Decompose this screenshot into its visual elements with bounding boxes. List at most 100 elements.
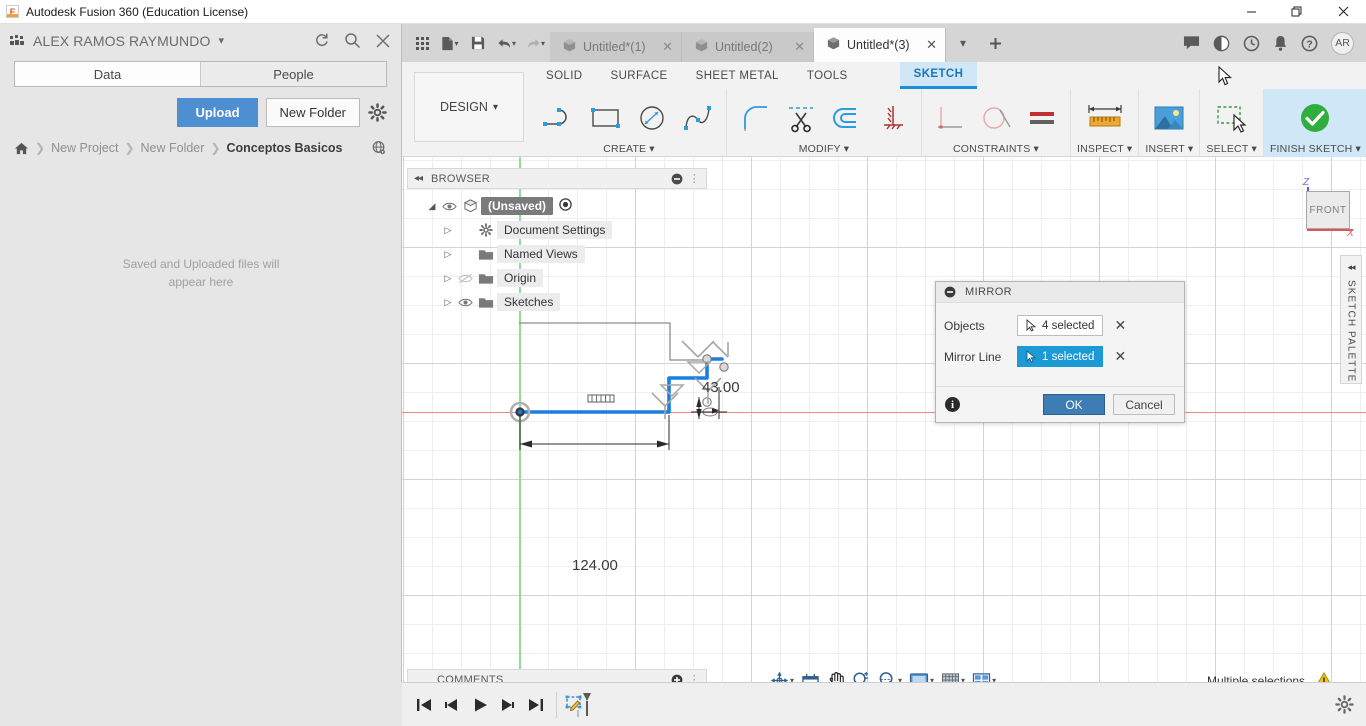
step-back-icon[interactable] [438,691,466,719]
tree-expand-arrow-icon[interactable]: ◢ [425,201,439,212]
sketch-palette-tab[interactable]: ◂◂ SKETCH PALETTE [1340,255,1362,384]
grid-apps-icon[interactable] [410,30,434,56]
redo-caret-icon[interactable]: ▾ [541,39,545,48]
tree-node-unsaved[interactable]: ◢ (Unsaved) [407,194,707,218]
sketch-feature-icon[interactable] [563,691,597,719]
view-cube-front-face[interactable]: FRONT [1306,191,1350,229]
cancel-button[interactable]: Cancel [1113,394,1175,415]
close-tab-icon[interactable]: ✕ [916,37,937,53]
breadcrumb-item-current[interactable]: Conceptos Basicos [227,141,343,155]
mirror-objects-selection[interactable]: 4 selected [1017,315,1104,336]
save-icon[interactable] [466,30,490,56]
select-window-icon[interactable] [1210,97,1254,139]
ribbon-panel-label-modify[interactable]: MODIFY ▾ [799,143,850,155]
breadcrumb-item-new-project[interactable]: New Project [51,141,118,155]
equal-constraint-icon[interactable] [1020,97,1064,139]
help-icon[interactable]: ? [1301,35,1318,52]
breadcrumb-item-new-folder[interactable]: New Folder [141,141,205,155]
notification-bell-icon[interactable] [1273,35,1288,52]
ribbon-panel-label-create[interactable]: CREATE ▾ [603,143,655,155]
comment-icon[interactable] [1183,35,1200,51]
clear-mirror-line-selection-icon[interactable]: ✕ [1114,348,1126,365]
maximize-window-button[interactable] [1274,0,1320,24]
measure-icon[interactable] [1083,97,1127,139]
visibility-eye-icon[interactable] [439,201,459,212]
tree-node-origin[interactable]: ▷ Origin [407,266,707,290]
upload-button[interactable]: Upload [177,98,258,127]
home-icon[interactable] [14,141,29,156]
tree-expand-arrow-icon[interactable]: ▷ [441,249,455,260]
redo-icon[interactable]: ▾ [523,30,548,56]
document-tab-untitled-3[interactable]: Untitled*(3) ✕ [814,28,947,62]
ribbon-panel-label-select[interactable]: SELECT ▾ [1206,143,1257,155]
new-file-icon[interactable]: ▾ [438,30,462,56]
tree-node-named-views[interactable]: ▷ Named Views [407,242,707,266]
line-icon[interactable] [538,97,582,139]
search-icon[interactable] [344,32,361,49]
offset-icon[interactable] [825,97,869,139]
collapse-left-icon[interactable]: ◂◂ [414,173,423,184]
expand-left-icon[interactable]: ◂◂ [1347,262,1355,273]
insert-image-icon[interactable] [1147,97,1191,139]
finish-sketch-check-icon[interactable] [1293,97,1337,139]
sketch-canvas[interactable]: 125 [402,157,1366,726]
mirror-icon[interactable] [871,97,915,139]
tab-data[interactable]: Data [15,62,200,86]
activate-component-radio[interactable] [559,198,572,214]
tab-people[interactable]: People [200,62,386,86]
ribbon-tab-sketch[interactable]: SKETCH [899,62,978,89]
ok-button[interactable]: OK [1043,394,1105,415]
job-status-icon[interactable] [1243,35,1260,52]
perpendicular-constraint-icon[interactable] [928,97,972,139]
vertical-dimension-label[interactable]: 43.00 [702,379,740,396]
ribbon-tab-tools[interactable]: TOOLS [793,62,862,89]
tree-expand-arrow-icon[interactable]: ▷ [441,225,455,236]
spline-icon[interactable] [676,97,720,139]
ribbon-panel-label-inspect[interactable]: INSPECT ▾ [1077,143,1132,155]
new-tab-button[interactable] [980,28,1010,58]
horizontal-dimension-label[interactable]: 124.00 [572,557,618,574]
ribbon-tab-solid[interactable]: SOLID [532,62,597,89]
gear-icon[interactable] [1335,695,1354,714]
tree-node-sketches[interactable]: ▷ Sketches [407,290,707,314]
undo-icon[interactable]: ▾ [494,30,519,56]
document-tab-untitled-1[interactable]: Untitled*(1) ✕ [550,32,683,62]
globe-icon[interactable] [371,140,387,156]
visibility-eye-icon[interactable] [455,297,475,308]
new-file-caret-icon[interactable]: ▾ [454,39,458,48]
new-folder-button[interactable]: New Folder [265,98,360,127]
minimize-icon[interactable] [944,286,956,298]
tree-expand-arrow-icon[interactable]: ▷ [441,297,455,308]
ribbon-panel-label-constraints[interactable]: CONSTRAINTS ▾ [953,143,1039,155]
refresh-icon[interactable] [313,32,330,49]
trim-icon[interactable] [779,97,823,139]
avatar[interactable]: AR [1331,31,1354,55]
close-tab-icon[interactable]: ✕ [652,39,673,55]
info-icon[interactable]: i [945,397,960,412]
circle-icon[interactable] [630,97,674,139]
tree-node-document-settings[interactable]: ▷ Document Settings [407,218,707,242]
user-dropdown-caret-icon[interactable]: ▾ [218,34,224,47]
ribbon-tab-surface[interactable]: SURFACE [597,62,682,89]
close-window-button[interactable] [1320,0,1366,24]
close-tab-icon[interactable]: ✕ [784,39,805,55]
tab-list-dropdown-icon[interactable]: ▾ [948,28,978,58]
tree-expand-arrow-icon[interactable]: ▷ [441,273,455,284]
play-icon[interactable] [466,691,494,719]
view-cube[interactable]: FRONT Z X [1293,177,1359,243]
ribbon-tab-sheet-metal[interactable]: SHEET METAL [682,62,793,89]
undo-caret-icon[interactable]: ▾ [512,39,516,48]
workspace-selector-button[interactable]: DESIGN ▾ [414,72,524,142]
minimize-icon[interactable] [671,173,683,185]
go-to-beginning-icon[interactable] [410,691,438,719]
tangent-constraint-icon[interactable] [974,97,1018,139]
ribbon-panel-label-finish-sketch[interactable]: FINISH SKETCH ▾ [1270,143,1361,155]
visibility-eye-off-icon[interactable] [455,273,475,284]
go-to-end-icon[interactable] [522,691,550,719]
close-data-panel-icon[interactable] [375,33,391,49]
globe-status-icon[interactable] [1213,35,1230,52]
resize-grip-icon[interactable]: ⋮ [689,172,700,185]
rectangle-icon[interactable] [584,97,628,139]
step-forward-icon[interactable] [494,691,522,719]
minimize-window-button[interactable] [1228,0,1274,24]
